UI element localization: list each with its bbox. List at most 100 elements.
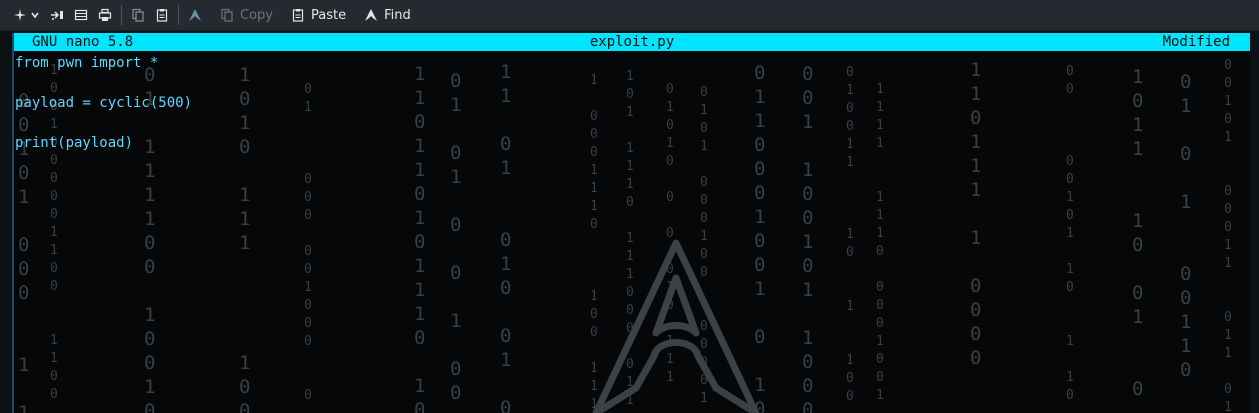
copy-document-button[interactable] bbox=[126, 3, 150, 27]
paste-button[interactable]: Paste bbox=[286, 3, 351, 27]
matrix-digit: 1 bbox=[846, 155, 854, 170]
matrix-digit: 0 bbox=[1066, 64, 1074, 79]
matrix-digit: 0 bbox=[876, 280, 884, 295]
matrix-digit: 1 bbox=[144, 160, 156, 182]
copy-button[interactable]: Copy bbox=[215, 3, 278, 27]
matrix-digit: 0 bbox=[802, 351, 814, 373]
matrix-digit: 1 bbox=[414, 135, 426, 157]
matrix-digit: 1 bbox=[802, 327, 814, 349]
code-line-5[interactable]: print(payload) bbox=[15, 133, 133, 153]
matrix-digit: 0 bbox=[1132, 282, 1144, 304]
matrix-digit: 0 bbox=[700, 175, 708, 190]
tab-list-icon bbox=[74, 9, 88, 21]
matrix-digit: 1 bbox=[1180, 95, 1192, 117]
matrix-digit: 0 bbox=[1180, 359, 1192, 381]
clipboard-icon bbox=[156, 9, 168, 22]
arch-logo-watermark-icon bbox=[592, 239, 760, 413]
matrix-digit: 1 bbox=[450, 310, 462, 332]
matrix-digit: 0 bbox=[626, 87, 634, 102]
matrix-digit: 0 bbox=[50, 279, 58, 294]
matrix-digit: 0 bbox=[414, 183, 426, 205]
matrix-digit: 0 bbox=[450, 70, 462, 92]
matrix-digit: 0 bbox=[1224, 202, 1232, 217]
matrix-digit: 1 bbox=[876, 118, 884, 133]
matrix-digit: 1 bbox=[239, 184, 251, 206]
matrix-digit: 0 bbox=[50, 171, 58, 186]
clipboard-button[interactable] bbox=[150, 3, 174, 27]
matrix-digit: 1 bbox=[414, 375, 426, 397]
matrix-digit: 0 bbox=[876, 352, 884, 367]
matrix-digit: 0 bbox=[144, 400, 156, 413]
code-line-1[interactable]: from pwn import * bbox=[15, 53, 158, 73]
terminal-view[interactable]: 0 0 1 0 1 0 0 0 1 1 1 0 0 1 0 0 0 0 0 1 1 0 0 1 1 0 0 0 1 1 1 1 1 0 0 1 0 0 1 0… bbox=[14, 33, 1250, 413]
matrix-digit: 1 bbox=[18, 186, 30, 208]
nano-titlebar: exploit.py GNU nano 5.8 Modified bbox=[14, 33, 1250, 51]
matrix-digit: 0 bbox=[239, 88, 251, 110]
matrix-digit: 0 bbox=[1066, 172, 1074, 187]
matrix-digit: 0 bbox=[846, 101, 854, 116]
matrix-digit: 1 bbox=[18, 402, 30, 413]
matrix-digit: 0 bbox=[304, 82, 312, 97]
matrix-digit: 1 bbox=[144, 376, 156, 398]
matrix-digit: 0 bbox=[802, 207, 814, 229]
find-button[interactable]: Find bbox=[359, 3, 416, 27]
nano-status: Modified bbox=[1162, 34, 1230, 50]
matrix-digit: 1 bbox=[1132, 210, 1144, 232]
matrix-digit: 0 bbox=[1224, 382, 1232, 397]
matrix-digit: 0 bbox=[1180, 143, 1192, 165]
matrix-digit: 0 bbox=[754, 182, 766, 204]
matrix-digit: 0 bbox=[304, 172, 312, 187]
copy-icon bbox=[221, 8, 233, 22]
matrix-digit: 1 bbox=[626, 159, 634, 174]
new-tab-button[interactable] bbox=[8, 3, 45, 27]
tab-list-button[interactable] bbox=[69, 3, 93, 27]
matrix-digit: 0 bbox=[1224, 310, 1232, 325]
find-label: Find bbox=[384, 7, 411, 23]
matrix-digit: 0 bbox=[802, 255, 814, 277]
arch-logo-icon bbox=[189, 9, 201, 21]
matrix-digit: 1 bbox=[1180, 191, 1192, 213]
split-view-button[interactable] bbox=[45, 3, 69, 27]
matrix-digit: 1 bbox=[970, 179, 982, 201]
terminal-scrollbar-track[interactable] bbox=[1250, 33, 1259, 413]
matrix-digit: 0 bbox=[846, 245, 854, 260]
matrix-digit: 1 bbox=[876, 190, 884, 205]
matrix-digit: 1 bbox=[144, 184, 156, 206]
matrix-digit: 0 bbox=[1066, 82, 1074, 97]
matrix-digit: 0 bbox=[239, 376, 251, 398]
matrix-digit: 1 bbox=[590, 199, 598, 214]
matrix-digit: 1 bbox=[1224, 400, 1232, 413]
matrix-digit: 1 bbox=[304, 100, 312, 115]
matrix-digit: 0 bbox=[876, 298, 884, 313]
matrix-digit: 1 bbox=[754, 86, 766, 108]
matrix-digit: 1 bbox=[846, 137, 854, 152]
print-button[interactable] bbox=[93, 3, 117, 27]
matrix-digit: 0 bbox=[18, 234, 30, 256]
matrix-digit: 0 bbox=[970, 107, 982, 129]
matrix-digit: 0 bbox=[50, 387, 58, 402]
code-line-3[interactable]: payload = cyclic(500) bbox=[15, 93, 192, 113]
matrix-digit: 1 bbox=[414, 207, 426, 229]
matrix-digit: 0 bbox=[700, 211, 708, 226]
matrix-digit: 0 bbox=[1224, 76, 1232, 91]
matrix-digit: 0 bbox=[1132, 90, 1144, 112]
matrix-digit: 1 bbox=[1224, 256, 1232, 271]
matrix-digit: 0 bbox=[50, 153, 58, 168]
matrix-digit: 0 bbox=[304, 262, 312, 277]
matrix-digit: 1 bbox=[802, 159, 814, 181]
matrix-digit: 0 bbox=[50, 261, 58, 276]
matrix-digit: 0 bbox=[802, 375, 814, 397]
matrix-digit: 0 bbox=[239, 136, 251, 158]
matrix-digit: 1 bbox=[846, 299, 854, 314]
arch-menu-button[interactable] bbox=[183, 3, 207, 27]
matrix-digit: 0 bbox=[1180, 71, 1192, 93]
matrix-digit: 1 bbox=[239, 352, 251, 374]
matrix-digit: 0 bbox=[700, 85, 708, 100]
matrix-digit: 0 bbox=[1224, 184, 1232, 199]
matrix-digit: 1 bbox=[590, 73, 598, 88]
matrix-digit: 1 bbox=[700, 139, 708, 154]
find-icon bbox=[365, 9, 378, 21]
matrix-digit: 0 bbox=[846, 371, 854, 386]
matrix-digit: 0 bbox=[18, 162, 30, 184]
matrix-digit: 0 bbox=[450, 262, 462, 284]
